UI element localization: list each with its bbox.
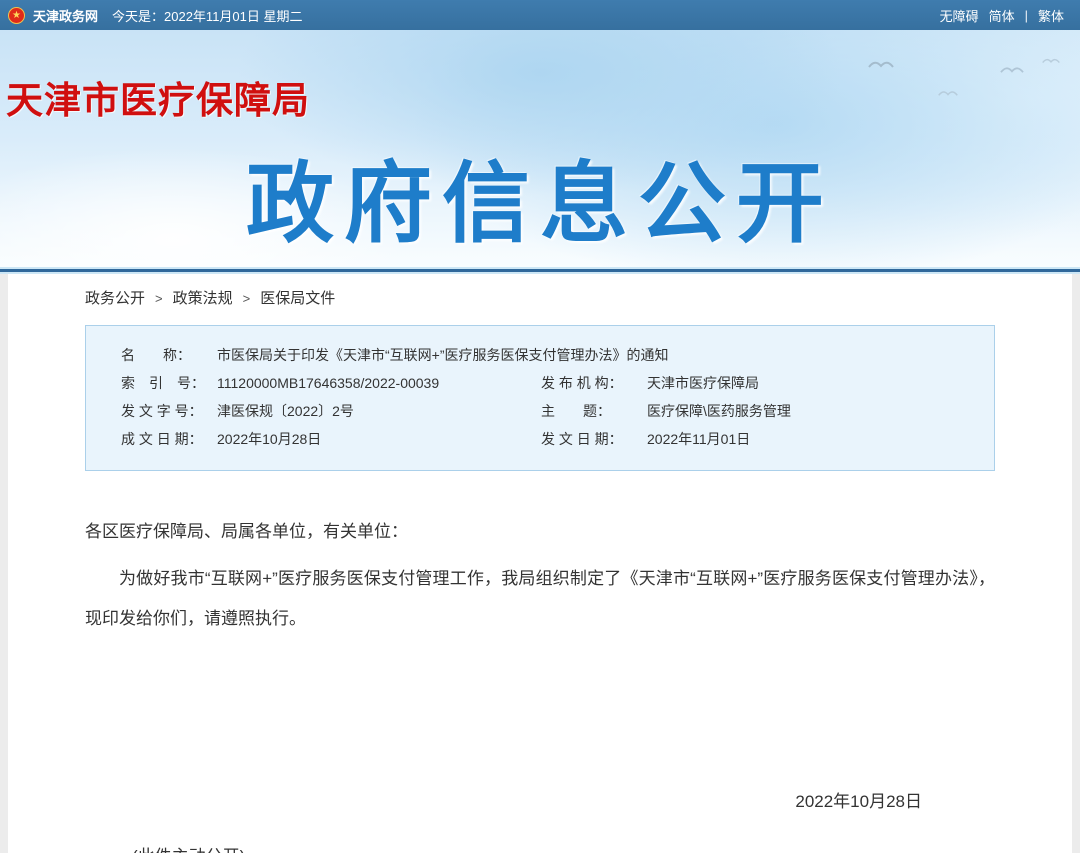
bird-icon xyxy=(1000,64,1024,75)
meta-cell-index-number: 索 引 号： 11120000MB17646358/2022-00039 xyxy=(121,369,541,397)
bird-icon xyxy=(868,58,894,70)
header-divider xyxy=(0,267,1080,274)
banner-title: 政府信息公开 xyxy=(246,133,834,260)
meta-row-index: 索 引 号： 11120000MB17646358/2022-00039 发 布… xyxy=(121,369,984,397)
traditional-chinese-link[interactable]: 繁体 xyxy=(1038,6,1064,25)
document-sign-date: 2022年10月28日 xyxy=(85,787,995,812)
language-separator: | xyxy=(1025,8,1028,23)
meta-label-written-date: 成 文 日 期： xyxy=(121,425,217,453)
simplified-chinese-link[interactable]: 简体 xyxy=(989,6,1015,25)
meta-value-issue-date: 2022年11月01日 xyxy=(647,425,750,453)
meta-value-publisher: 天津市医疗保障局 xyxy=(647,369,759,397)
meta-label-doc-number: 发 文 字 号： xyxy=(121,397,217,425)
meta-row-name: 名 称： 市医保局关于印发《天津市“互联网+”医疗服务医保支付管理办法》的通知 xyxy=(121,341,984,369)
meta-cell-doc-number: 发 文 字 号： 津医保规〔2022〕2号 xyxy=(121,397,541,425)
document-salutation: 各区医疗保障局、局属各单位，有关单位： xyxy=(85,517,995,547)
meta-cell-written-date: 成 文 日 期： 2022年10月28日 xyxy=(121,425,541,453)
meta-cell-name: 名 称： 市医保局关于印发《天津市“互联网+”医疗服务医保支付管理办法》的通知 xyxy=(121,341,669,369)
meta-label-name: 名 称： xyxy=(121,341,217,369)
main-content: 政务公开 > 政策法规 > 医保局文件 名 称： 市医保局关于印发《天津市“互联… xyxy=(8,274,1072,853)
meta-label-publisher: 发 布 机 构： xyxy=(541,369,647,397)
document-body: 各区医疗保障局、局属各单位，有关单位： 为做好我市“互联网+”医疗服务医保支付管… xyxy=(85,517,995,853)
meta-row-dates: 成 文 日 期： 2022年10月28日 发 文 日 期： 2022年11月01… xyxy=(121,425,984,453)
breadcrumb: 政务公开 > 政策法规 > 医保局文件 xyxy=(85,286,995,312)
meta-cell-subject: 主 题： 医疗保障\医药服务管理 xyxy=(541,397,791,425)
meta-cell-issue-date: 发 文 日 期： 2022年11月01日 xyxy=(541,425,750,453)
meta-value-subject: 医疗保障\医药服务管理 xyxy=(647,397,791,425)
top-bar-right: 无障碍 简体 | 繁体 xyxy=(940,6,1064,25)
meta-cell-publisher: 发 布 机 构： 天津市医疗保障局 xyxy=(541,369,759,397)
top-bar: ★ 天津政务网 今天是：2022年11月01日 星期二 无障碍 简体 | 繁体 xyxy=(0,0,1080,30)
top-bar-left: ★ 天津政务网 今天是：2022年11月01日 星期二 xyxy=(8,6,303,25)
meta-value-written-date: 2022年10月28日 xyxy=(217,425,321,453)
document-disclosure-note: (此件主动公开) xyxy=(132,842,995,853)
today-date-label: 今天是：2022年11月01日 星期二 xyxy=(112,6,303,25)
breadcrumb-item-zhengwugongkai[interactable]: 政务公开 xyxy=(85,286,145,312)
document-meta-card: 名 称： 市医保局关于印发《天津市“互联网+”医疗服务医保支付管理办法》的通知 … xyxy=(85,325,995,471)
agency-name: 天津市医疗保障局 xyxy=(6,70,310,124)
document-paragraph: 为做好我市“互联网+”医疗服务医保支付管理工作，我局组织制定了《天津市“互联网+… xyxy=(85,559,995,639)
bird-icon xyxy=(1042,56,1060,65)
bird-icon xyxy=(938,88,958,98)
national-emblem-icon: ★ xyxy=(8,7,25,24)
page-header: 天津市医疗保障局 政府信息公开 xyxy=(0,30,1080,267)
breadcrumb-separator: > xyxy=(243,286,251,312)
accessibility-link[interactable]: 无障碍 xyxy=(940,6,979,25)
meta-row-docnumber: 发 文 字 号： 津医保规〔2022〕2号 主 题： 医疗保障\医药服务管理 xyxy=(121,397,984,425)
meta-label-issue-date: 发 文 日 期： xyxy=(541,425,647,453)
meta-label-index-number: 索 引 号： xyxy=(121,369,217,397)
breadcrumb-item-zhengcefagui[interactable]: 政策法规 xyxy=(173,286,233,312)
meta-value-index-number: 11120000MB17646358/2022-00039 xyxy=(217,369,439,397)
meta-label-subject: 主 题： xyxy=(541,397,647,425)
breadcrumb-separator: > xyxy=(155,286,163,312)
meta-value-name: 市医保局关于印发《天津市“互联网+”医疗服务医保支付管理办法》的通知 xyxy=(217,341,669,369)
meta-value-doc-number: 津医保规〔2022〕2号 xyxy=(217,397,354,425)
site-name-link[interactable]: 天津政务网 xyxy=(33,6,98,25)
breadcrumb-item-yibaoju-wenjian[interactable]: 医保局文件 xyxy=(260,286,335,312)
